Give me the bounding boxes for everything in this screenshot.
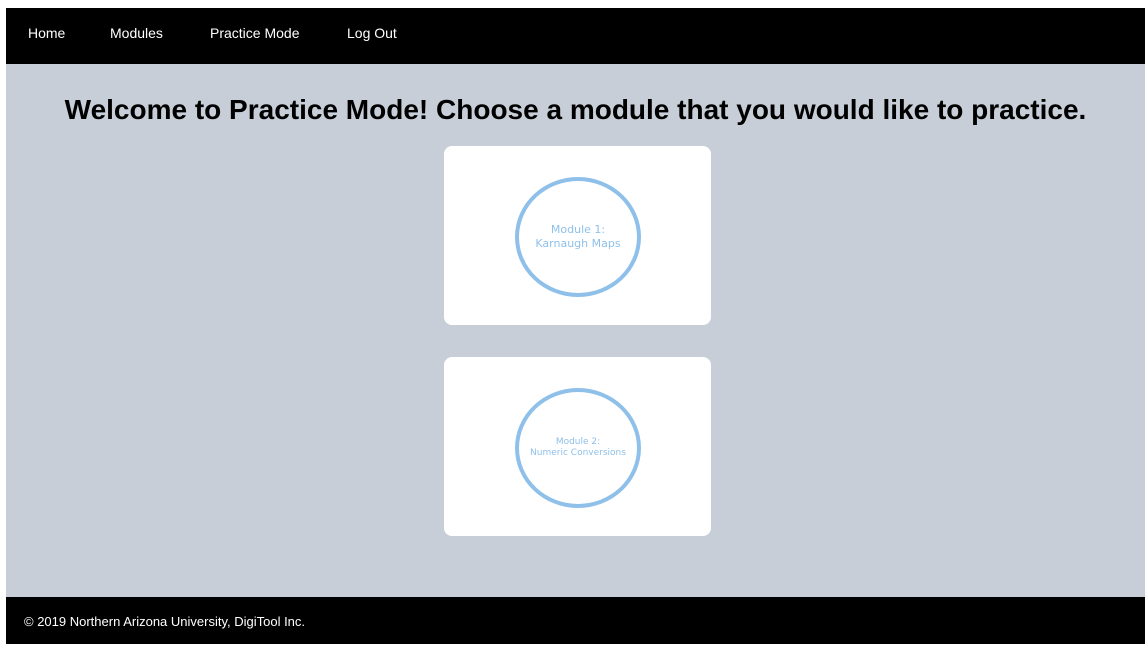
module-2-title: Numeric Conversions	[530, 448, 626, 458]
module-2-card[interactable]: Module 2: Numeric Conversions	[444, 357, 711, 536]
nav-modules-link[interactable]: Modules	[110, 8, 163, 64]
footer: © 2019 Northern Arizona University, Digi…	[6, 597, 1145, 644]
nav-practice-mode-link[interactable]: Practice Mode	[210, 8, 299, 64]
module-1-number: Module 1:	[550, 223, 606, 236]
page-frame: Home Modules Practice Mode Log Out Welco…	[6, 8, 1145, 644]
module-1-card[interactable]: Module 1: Karnaugh Maps	[444, 146, 711, 325]
copyright-text: © 2019 Northern Arizona University, Digi…	[24, 614, 306, 629]
top-navbar: Home Modules Practice Mode Log Out	[6, 8, 1145, 64]
nav-log-out-link[interactable]: Log Out	[347, 8, 397, 64]
module-2-number: Module 2:	[555, 437, 601, 447]
module-1-circle-button[interactable]: Module 1: Karnaugh Maps	[515, 177, 641, 297]
nav-home-link[interactable]: Home	[28, 8, 65, 64]
module-1-title: Karnaugh Maps	[535, 237, 621, 250]
page-title: Welcome to Practice Mode! Choose a modul…	[64, 94, 1087, 125]
main-content: Welcome to Practice Mode! Choose a modul…	[6, 64, 1145, 597]
module-2-circle-button[interactable]: Module 2: Numeric Conversions	[515, 388, 641, 508]
